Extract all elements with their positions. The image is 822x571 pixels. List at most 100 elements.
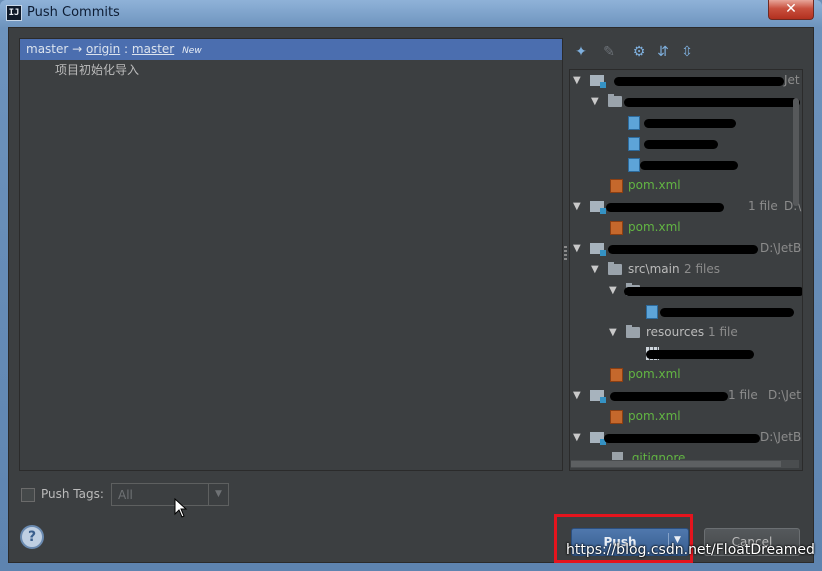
- scroll-thumb[interactable]: [571, 461, 781, 467]
- chevron-down-icon[interactable]: ▼: [573, 75, 583, 86]
- expand-all-icon[interactable]: ⇵: [654, 43, 672, 61]
- close-icon[interactable]: ✕: [768, 0, 814, 20]
- splitter-handle[interactable]: [564, 246, 567, 260]
- folder-name: resources: [646, 325, 705, 339]
- commit-item[interactable]: 项目初始化导入: [20, 60, 562, 78]
- tree-file-row[interactable]: [570, 113, 802, 134]
- push-commits-window: IJ Push Commits ✕ master → origin : mast…: [0, 0, 822, 571]
- xml-file-icon: [610, 410, 623, 424]
- chevron-down-icon[interactable]: ▼: [609, 285, 619, 296]
- settings-icon[interactable]: ⚙: [630, 43, 648, 61]
- tree-folder-row[interactable]: ▼ src\main 2 files: [570, 260, 802, 281]
- intellij-icon: IJ: [6, 5, 22, 21]
- tree-file-row[interactable]: pom.xml: [570, 176, 802, 197]
- redacted: [608, 245, 758, 254]
- tree-package-row[interactable]: ▼: [570, 281, 802, 302]
- java-file-icon: [628, 137, 640, 151]
- tree-package-row[interactable]: ▼: [570, 92, 802, 113]
- separator: :: [124, 42, 129, 56]
- java-file-icon: [628, 158, 640, 172]
- java-file-icon: [628, 116, 640, 130]
- chevron-down-icon[interactable]: ▼: [573, 243, 583, 254]
- edit-icon[interactable]: ✎: [600, 43, 618, 61]
- redacted: [646, 350, 754, 359]
- title-bar: IJ Push Commits ✕: [0, 0, 822, 27]
- window-title: Push Commits: [27, 5, 120, 20]
- local-branch: master: [26, 42, 69, 56]
- tree-file-row[interactable]: [570, 155, 802, 176]
- tree-module-row[interactable]: ▼ Jet: [570, 71, 802, 92]
- redacted: [614, 77, 784, 86]
- module-icon: [590, 432, 606, 445]
- chevron-down-icon[interactable]: ▼: [573, 390, 583, 401]
- redacted: [660, 308, 794, 317]
- pin-icon[interactable]: ✦: [572, 43, 590, 61]
- file-count: 1 file: [748, 199, 778, 213]
- file-name: pom.xml: [628, 178, 681, 192]
- xml-file-icon: [610, 221, 623, 235]
- xml-file-icon: [610, 179, 623, 193]
- chevron-down-icon[interactable]: ▼: [208, 484, 228, 505]
- tree-module-row[interactable]: ▼ D:\JetBr: [570, 428, 803, 449]
- module-icon: [590, 201, 606, 214]
- redacted: [604, 434, 760, 443]
- tree-path: D:\JetBr: [760, 241, 803, 255]
- folder-icon: [608, 94, 622, 107]
- file-name: pom.xml: [628, 220, 681, 234]
- module-icon: [590, 390, 606, 403]
- chevron-down-icon[interactable]: ▼: [591, 264, 601, 275]
- watermark: https://blog.csdn.net/FloatDreamed: [566, 542, 815, 558]
- chevron-down-icon[interactable]: ▼: [573, 201, 583, 212]
- mouse-cursor-icon: [174, 498, 188, 518]
- collapse-all-icon[interactable]: ⇳: [678, 43, 696, 61]
- tags-selected-value: All: [118, 488, 133, 502]
- help-button[interactable]: ?: [20, 525, 44, 549]
- tree-file-row[interactable]: [570, 344, 802, 365]
- changed-files-tree: ▼ Jet ▼ pom.xml ▼ 1 file D:\ pom.xml ▼ D…: [569, 69, 803, 471]
- commits-panel: master → origin : master New 项目初始化导入: [19, 38, 563, 471]
- tags-dropdown[interactable]: All ▼: [111, 483, 229, 506]
- redacted: [624, 98, 800, 107]
- file-name: pom.xml: [628, 409, 681, 423]
- tree-module-row[interactable]: ▼ 1 file D:\JetB: [570, 386, 802, 407]
- branch-row[interactable]: master → origin : master New: [20, 39, 562, 60]
- xml-file-icon: [610, 368, 623, 382]
- chevron-down-icon[interactable]: ▼: [591, 96, 601, 107]
- remote-link[interactable]: origin: [86, 42, 120, 56]
- redacted: [640, 161, 738, 170]
- module-icon: [590, 243, 606, 256]
- folder-icon: [626, 325, 640, 338]
- file-count: 2 files: [684, 262, 720, 276]
- remote-branch-link[interactable]: master: [132, 42, 174, 56]
- arrow-icon: →: [72, 42, 83, 56]
- redacted: [644, 119, 736, 128]
- tree-path: D:\JetBr: [760, 430, 803, 444]
- new-badge: New: [182, 46, 202, 56]
- file-count: 1 file: [728, 388, 758, 402]
- redacted: [610, 392, 728, 401]
- push-tags-checkbox[interactable]: [21, 488, 35, 502]
- folder-name: src\main: [628, 262, 680, 276]
- tree-file-row[interactable]: pom.xml: [570, 407, 802, 428]
- tree-module-row[interactable]: ▼ D:\JetBr: [570, 239, 803, 260]
- chevron-down-icon[interactable]: ▼: [573, 432, 583, 443]
- tree-file-row[interactable]: pom.xml: [570, 218, 802, 239]
- redacted: [624, 287, 802, 296]
- tree-path: D:\JetB: [768, 388, 802, 402]
- tree-file-row[interactable]: [570, 302, 802, 323]
- chevron-down-icon[interactable]: ▼: [609, 327, 619, 338]
- folder-icon: [608, 262, 622, 275]
- module-icon: [590, 75, 606, 88]
- tree-vertical-scrollbar[interactable]: [793, 98, 799, 206]
- redacted: [644, 140, 718, 149]
- file-name: pom.xml: [628, 367, 681, 381]
- tree-file-row[interactable]: pom.xml: [570, 365, 802, 386]
- redacted: [606, 203, 724, 212]
- tree-file-row[interactable]: [570, 134, 802, 155]
- tree-folder-row[interactable]: ▼ resources 1 file: [570, 323, 802, 344]
- tree-path: Jet: [784, 73, 800, 87]
- tree-horizontal-scrollbar[interactable]: [571, 460, 799, 468]
- dialog-body: master → origin : master New 项目初始化导入 ✦ ✎…: [8, 27, 814, 563]
- tree-module-row[interactable]: ▼ 1 file D:\: [570, 197, 802, 218]
- java-file-icon: [646, 305, 658, 319]
